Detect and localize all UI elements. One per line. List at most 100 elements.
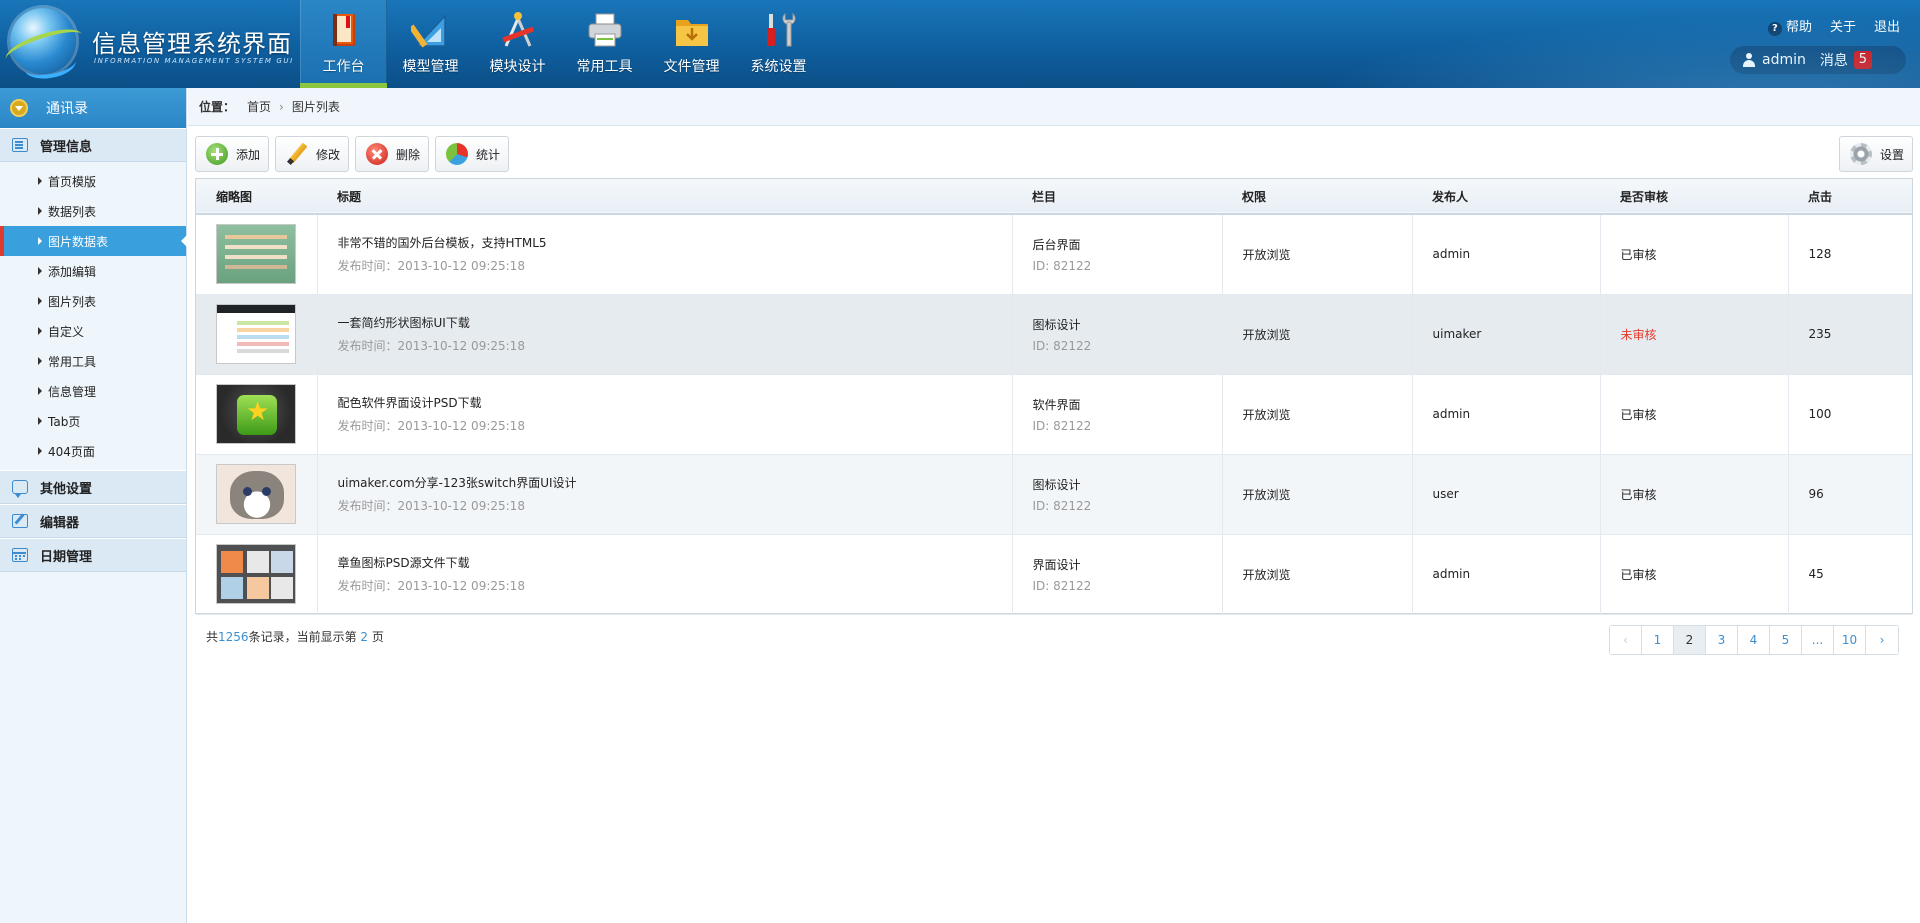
page-button-4[interactable]: 4	[1738, 626, 1770, 654]
row-column: 图标设计	[1032, 317, 1081, 332]
sidebar-item-common-tools[interactable]: 常用工具	[0, 346, 186, 376]
row-title[interactable]: uimaker.com分享-123张switch界面UI设计	[338, 474, 1012, 491]
sidebar-section-management[interactable]: 管理信息	[0, 128, 186, 162]
ruler-triangle-icon	[411, 14, 446, 48]
next-page-button[interactable]: ›	[1866, 626, 1898, 654]
nav-item-files[interactable]: 文件管理	[648, 0, 735, 88]
plus-icon	[206, 143, 228, 165]
thumbnail-image[interactable]	[216, 224, 296, 285]
sidebar-section-other-settings[interactable]: 其他设置	[0, 470, 186, 504]
page-button-1[interactable]: 1	[1642, 626, 1674, 654]
about-link[interactable]: 关于	[1830, 16, 1856, 36]
table-row[interactable]: 非常不错的国外后台模板，支持HTML5 发布时间：2013-10-12 09:25…	[196, 214, 1912, 294]
sidebar-item-image-list[interactable]: 图片列表	[0, 286, 186, 316]
row-title[interactable]: 一套简约形状图标UI下载	[338, 314, 1012, 331]
table-row[interactable]: uimaker.com分享-123张switch界面UI设计 发布时间：2013-…	[196, 454, 1912, 534]
row-title[interactable]: 配色软件界面设计PSD下载	[338, 394, 1012, 411]
row-date: 发布时间：2013-10-12 09:25:18	[337, 419, 525, 433]
chat-icon	[12, 480, 28, 498]
prev-page-button[interactable]: ‹	[1610, 626, 1642, 654]
row-review-status: 已审核	[1600, 534, 1789, 614]
sidebar-item-data-list[interactable]: 数据列表	[0, 196, 186, 226]
nav-item-tools[interactable]: 常用工具	[561, 0, 648, 88]
row-clicks: 128	[1808, 247, 1832, 262]
column-header-thumbnail: 缩略图	[216, 189, 253, 204]
sidebar-item-label: 自定义	[48, 324, 85, 339]
row-date: 发布时间：2013-10-12 09:25:18	[337, 579, 525, 593]
row-review-status: 已审核	[1600, 214, 1789, 294]
nav-item-model[interactable]: 模型管理	[387, 0, 474, 88]
stats-button[interactable]: 统计	[435, 136, 509, 172]
row-review-status: 已审核	[1600, 374, 1789, 454]
row-publisher: user	[1412, 454, 1601, 534]
help-icon: ?	[1767, 22, 1782, 36]
app-subtitle: INFORMATION MANAGEMENT SYSTEM GUI	[94, 57, 294, 65]
page-button-2[interactable]: 2	[1674, 626, 1706, 654]
sidebar-item-404-page[interactable]: 404页面	[0, 436, 186, 466]
page-button-5[interactable]: 5	[1770, 626, 1802, 654]
sidebar-item-label: 图片数据表	[48, 234, 109, 249]
sidebar-item-label: 首页模版	[48, 174, 97, 189]
table-row[interactable]: 一套简约形状图标UI下载 发布时间：2013-10-12 09:25:18 图标设…	[196, 294, 1912, 374]
nav-item-settings[interactable]: 系统设置	[735, 0, 822, 88]
summary-prefix: 共	[206, 630, 219, 644]
sidebar-item-tab-page[interactable]: Tab页	[0, 406, 186, 436]
sidebar-item-info-management[interactable]: 信息管理	[0, 376, 186, 406]
column-header-clicks: 点击	[1808, 189, 1833, 204]
settings-button-label: 设置	[1880, 147, 1905, 162]
row-permission: 开放浏览	[1222, 374, 1413, 454]
breadcrumb-separator-icon: ›	[279, 99, 284, 114]
sidebar: 通讯录 管理信息 首页模版 数据列表 图片数据表 添加编辑 图片列表 自定义 常…	[0, 88, 187, 923]
sidebar-section-editor[interactable]: 编辑器	[0, 504, 186, 538]
messages-link[interactable]: 消息	[1820, 50, 1848, 70]
row-column-id: ID: 82122	[1032, 578, 1092, 593]
nav-label: 文件管理	[663, 59, 720, 75]
row-title[interactable]: 章鱼图标PSD源文件下载	[338, 554, 1012, 571]
column-header-permission: 权限	[1242, 189, 1267, 204]
sidebar-item-add-edit[interactable]: 添加编辑	[0, 256, 186, 286]
message-count-badge[interactable]: 5	[1853, 51, 1872, 69]
edit-button-label: 修改	[316, 147, 341, 162]
sidebar-item-home-template[interactable]: 首页模版	[0, 166, 186, 196]
page-button-10[interactable]: 10	[1834, 626, 1866, 654]
thumbnail-image[interactable]	[216, 464, 296, 524]
sidebar-item-label: 图片列表	[48, 294, 97, 309]
thumbnail-image[interactable]	[216, 384, 296, 444]
nav-label: 模型管理	[402, 59, 459, 75]
thumbnail-image[interactable]	[216, 304, 296, 364]
sidebar-item-image-data-table[interactable]: 图片数据表	[0, 226, 187, 256]
settings-button[interactable]: 设置	[1839, 136, 1913, 172]
breadcrumb-home[interactable]: 首页	[247, 98, 271, 115]
user-name[interactable]: admin	[1762, 52, 1806, 68]
top-links: ? 帮助 关于 退出	[1767, 16, 1900, 36]
row-publisher: admin	[1412, 214, 1601, 294]
help-link[interactable]: ? 帮助	[1767, 16, 1812, 36]
page-button-3[interactable]: 3	[1706, 626, 1738, 654]
row-title[interactable]: 非常不错的国外后台模板，支持HTML5	[338, 234, 1012, 251]
pencil-icon	[286, 143, 308, 165]
breadcrumb: 位置： 首页 › 图片列表	[188, 88, 1920, 126]
table-row[interactable]: 章鱼图标PSD源文件下载 发布时间：2013-10-12 09:25:18 界面设…	[196, 534, 1912, 614]
stats-button-label: 统计	[476, 147, 501, 162]
table-row[interactable]: 配色软件界面设计PSD下载发布时间：2013-10-12 09:25:18 软件…	[196, 374, 1912, 454]
sidebar-item-custom[interactable]: 自定义	[0, 316, 186, 346]
page-ellipsis: ...	[1802, 626, 1834, 654]
breadcrumb-current[interactable]: 图片列表	[292, 98, 340, 115]
nav-item-module-design[interactable]: 模块设计	[474, 0, 561, 88]
row-review-status: 已审核	[1600, 454, 1789, 534]
nav-item-workbench[interactable]: 工作台	[300, 0, 387, 88]
sidebar-item-label: 信息管理	[48, 384, 97, 399]
sidebar-header-contacts[interactable]: 通讯录	[0, 88, 186, 128]
gear-icon	[1850, 143, 1872, 165]
row-column: 界面设计	[1032, 557, 1081, 572]
sidebar-section-date-management[interactable]: 日期管理	[0, 538, 186, 572]
row-permission: 开放浏览	[1222, 534, 1413, 614]
edit-button[interactable]: 修改	[275, 136, 349, 172]
delete-button[interactable]: 删除	[355, 136, 429, 172]
thumbnail-image[interactable]	[216, 544, 296, 604]
add-button[interactable]: 添加	[195, 136, 269, 172]
logout-link[interactable]: 退出	[1874, 16, 1900, 36]
row-review-status: 未审核	[1600, 294, 1789, 374]
logo: 信息管理系统界面 INFORMATION MANAGEMENT SYSTEM G…	[0, 0, 300, 88]
printer-icon	[588, 13, 622, 47]
